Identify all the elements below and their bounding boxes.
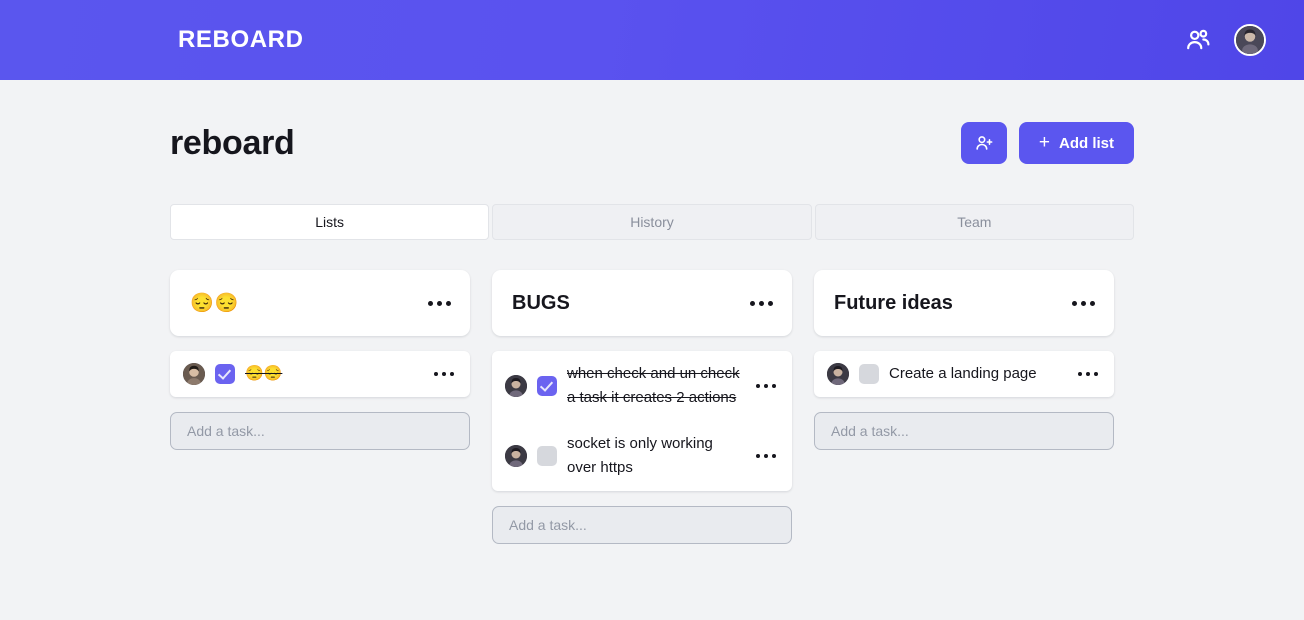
people-icon[interactable] [1184, 26, 1212, 54]
page-title: reboard [170, 123, 295, 162]
avatar [827, 363, 849, 385]
board-view-tabs: Lists History Team [170, 204, 1134, 240]
task-checkbox[interactable] [215, 364, 235, 384]
board-lists-container: 😔😔 😔😔 Add a task... BUGS when check and … [170, 270, 1134, 544]
list-column: Future ideas Create a landing page Add a… [814, 270, 1114, 450]
top-navigation-bar: REBOARD [0, 0, 1304, 80]
list-options-icon[interactable] [748, 295, 775, 312]
plus-icon: + [1038, 131, 1050, 153]
page-body: reboard + Add list Lists History Team 😔😔… [0, 80, 1304, 544]
list-options-icon[interactable] [1070, 295, 1097, 312]
task-options-icon[interactable] [1076, 366, 1100, 382]
task-options-icon[interactable] [754, 378, 778, 394]
add-task-input[interactable] [814, 412, 1114, 450]
add-task-input[interactable] [492, 506, 792, 544]
list-options-icon[interactable] [426, 295, 453, 312]
list-header: BUGS [492, 270, 792, 336]
task-row[interactable]: when check and un check a task it create… [492, 351, 792, 421]
person-add-icon [976, 136, 993, 150]
avatar-image [505, 375, 527, 397]
task-title: socket is only working over https [567, 435, 713, 476]
task-row[interactable]: 😔😔 [170, 351, 470, 397]
topbar-actions [1184, 24, 1266, 56]
page-content-wrapper: reboard + Add list Lists History Team 😔😔… [170, 80, 1134, 544]
avatar-image [1236, 26, 1264, 54]
avatar [505, 375, 527, 397]
add-list-button[interactable]: + Add list [1018, 122, 1134, 164]
task-checkbox[interactable] [537, 376, 557, 396]
add-task-input[interactable] [170, 412, 470, 450]
task-title: when check and un check a task it create… [567, 365, 740, 406]
tab-team[interactable]: Team [814, 204, 1134, 240]
avatar [183, 363, 205, 385]
board-header-row: reboard + Add list [170, 80, 1134, 164]
task-checkbox[interactable] [859, 364, 879, 384]
task-options-icon[interactable] [432, 366, 456, 382]
task-checkbox[interactable] [537, 446, 557, 466]
avatar[interactable] [1234, 24, 1266, 56]
board-header-actions: + Add list [960, 122, 1134, 164]
tab-history[interactable]: History [492, 204, 812, 240]
list-column: BUGS when check and un check a task it c… [492, 270, 792, 544]
list-header: Future ideas [814, 270, 1114, 336]
task-options-icon[interactable] [754, 448, 778, 464]
task-row[interactable]: Create a landing page [814, 351, 1114, 397]
task-list: when check and un check a task it create… [492, 351, 792, 491]
task-title: Create a landing page [889, 365, 1037, 382]
list-header: 😔😔 [170, 270, 470, 336]
list-title: 😔😔 [190, 292, 240, 314]
task-title: 😔😔 [245, 365, 283, 382]
avatar-image [827, 363, 849, 385]
tab-lists[interactable]: Lists [170, 204, 490, 240]
avatar [505, 445, 527, 467]
invite-member-button[interactable] [960, 122, 1007, 164]
task-list: 😔😔 [170, 351, 470, 397]
app-brand-title: REBOARD [178, 26, 304, 53]
avatar-image [505, 445, 527, 467]
list-title: Future ideas [834, 292, 953, 314]
avatar-image [183, 363, 205, 385]
add-list-label: Add list [1059, 134, 1114, 152]
task-row[interactable]: socket is only working over https [492, 421, 792, 491]
task-list: Create a landing page [814, 351, 1114, 397]
list-title: BUGS [512, 292, 570, 314]
list-column: 😔😔 😔😔 [170, 270, 470, 450]
